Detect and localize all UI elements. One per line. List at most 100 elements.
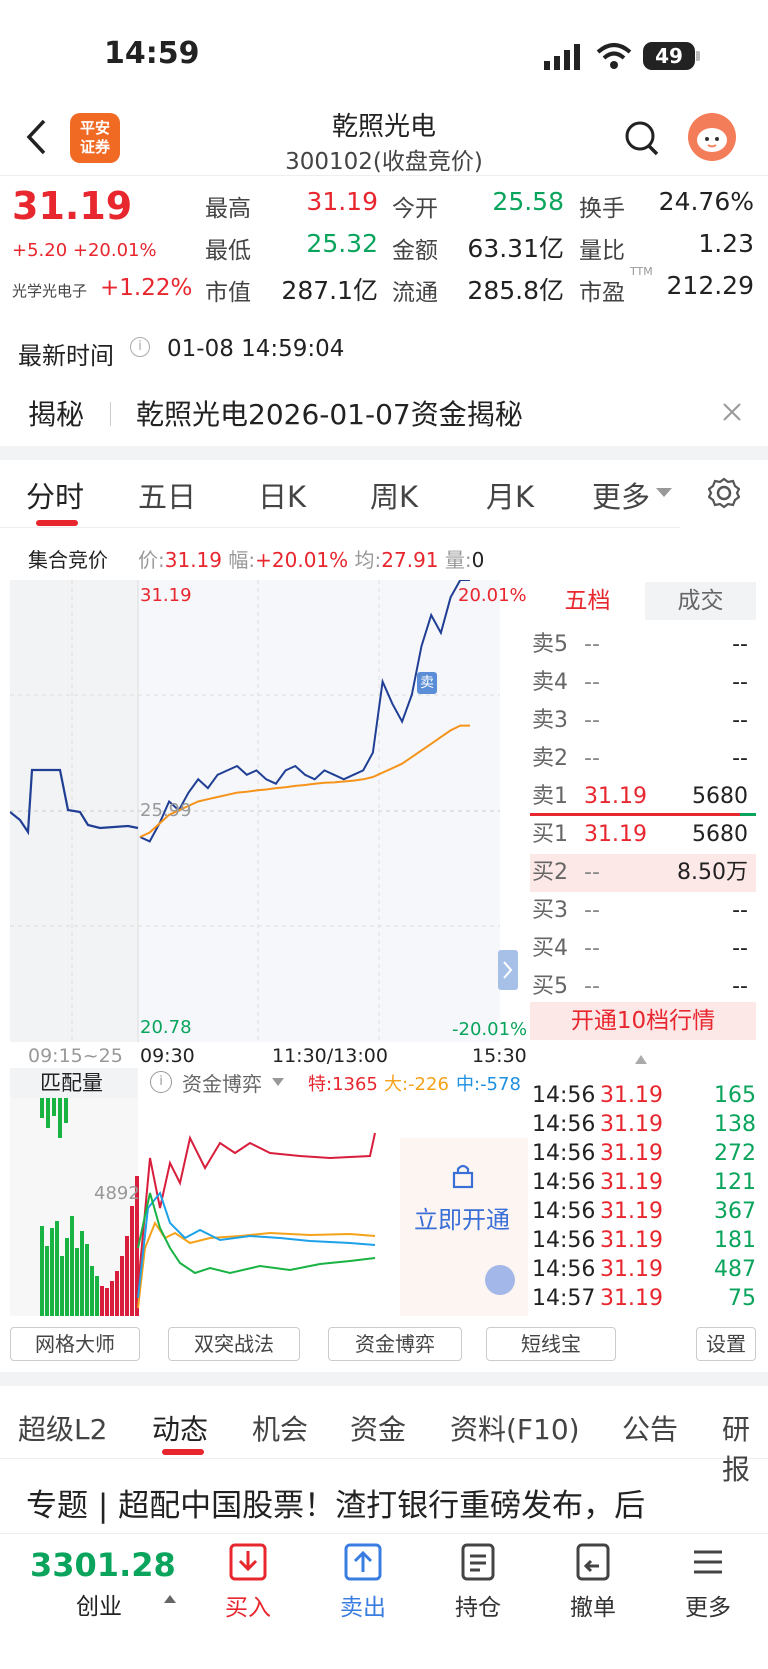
tool-button[interactable]: 短线宝	[486, 1327, 616, 1361]
level-price: 31.19	[584, 822, 647, 847]
settings-icon[interactable]	[708, 477, 740, 509]
index-name[interactable]: 创业	[76, 1587, 122, 1621]
unlock-button[interactable]: 立即开通	[414, 1200, 510, 1235]
wifi-icon	[596, 43, 632, 69]
level-label: 卖2	[532, 746, 568, 771]
tab-five-levels[interactable]: 五档	[530, 582, 645, 620]
quote-label: 市盈	[579, 280, 625, 306]
match-volume-bar	[95, 1276, 99, 1316]
index-value[interactable]: 3301.28	[30, 1546, 176, 1584]
capital-game-label[interactable]: 资金博弈	[182, 1068, 262, 1097]
info-tab[interactable]: 资料(F10)	[450, 1408, 580, 1448]
match-volume-bar	[55, 1221, 59, 1316]
chart-tab[interactable]: 更多	[592, 474, 650, 516]
trade-price: 31.19	[600, 1228, 663, 1253]
info-icon[interactable]: i	[130, 337, 150, 357]
info-tab[interactable]: 动态	[152, 1408, 208, 1448]
chart-tab[interactable]: 周K	[370, 474, 418, 516]
trade-time: 14:56	[532, 1228, 596, 1253]
caret-up-icon[interactable]	[164, 1595, 176, 1603]
tool-button[interactable]: 网格大师	[10, 1327, 140, 1361]
trade-volume: 75	[728, 1286, 756, 1311]
sector-change[interactable]: +1.22%	[100, 275, 192, 301]
bottom-pct-label: -20.01%	[452, 1019, 528, 1040]
level-label: 卖3	[532, 708, 568, 733]
match-volume-bar	[130, 1206, 134, 1316]
level-price: --	[584, 746, 600, 771]
tool-button[interactable]: 资金博弈	[328, 1327, 462, 1361]
upgrade-level10-button[interactable]: 开通10档行情	[530, 1002, 756, 1040]
footer-action-button[interactable]: 撤单	[548, 1542, 638, 1622]
match-volume-bar	[85, 1244, 89, 1316]
tool-button[interactable]: 双突战法	[168, 1327, 300, 1361]
menu-icon	[688, 1542, 728, 1582]
caret-up-icon[interactable]	[635, 1055, 647, 1064]
match-volume-bar	[40, 1098, 44, 1118]
sector-name[interactable]: 光学光电子	[12, 280, 87, 301]
info-tab[interactable]: 研报	[722, 1408, 768, 1488]
trade-price: 31.19	[600, 1141, 663, 1166]
avg-label: 均:	[354, 548, 382, 572]
time-label-auction: 09:15~25	[28, 1045, 123, 1067]
bid-row: 买5 -- --	[530, 968, 756, 1006]
super-large-line	[137, 1132, 376, 1289]
caret-down-icon[interactable]	[272, 1078, 284, 1086]
tab-trades[interactable]: 成交	[645, 582, 756, 620]
quote-label: 最低	[205, 238, 251, 264]
info-tab-indicator	[162, 1449, 204, 1455]
fullscreen-icon[interactable]	[485, 1265, 515, 1295]
tool-button[interactable]: 设置	[696, 1327, 756, 1361]
footer-action-button[interactable]: 买入	[203, 1542, 293, 1622]
info-icon[interactable]: i	[150, 1071, 172, 1093]
match-volume-bar	[50, 1228, 54, 1316]
chart-tab[interactable]: 五日	[138, 474, 196, 516]
avatar[interactable]	[688, 113, 736, 161]
level-volume: --	[732, 632, 748, 657]
chart-tab[interactable]: 月K	[486, 474, 534, 516]
expand-handle[interactable]	[498, 950, 518, 990]
info-tab[interactable]: 资金	[350, 1408, 406, 1448]
mid-price-label: 25.99	[140, 800, 192, 821]
match-volume-bar	[52, 1098, 56, 1116]
sell-marker[interactable]: 卖	[417, 672, 437, 694]
match-volume-bar	[125, 1236, 129, 1316]
banner-text[interactable]: 乾照光电2026-01-07资金揭秘	[136, 393, 523, 433]
auction-info: 价:31.19 幅:+20.01% 均:27.91 量:0	[138, 544, 484, 573]
footer-action-button[interactable]: 持仓	[433, 1542, 523, 1622]
match-volume-bar	[40, 1226, 44, 1316]
section-gap	[0, 446, 768, 460]
info-tab[interactable]: 机会	[252, 1408, 308, 1448]
caret-down-icon[interactable]	[656, 486, 672, 498]
ask-row: 卖3 -- --	[530, 702, 756, 740]
level-price: --	[584, 860, 600, 885]
footer-action-button[interactable]: 更多	[663, 1542, 753, 1622]
match-volume-bar	[65, 1238, 69, 1316]
news-headline[interactable]: 专题 | 超配中国股票！渣打银行重磅发布，后	[26, 1480, 645, 1525]
footer-action-label: 卖出	[340, 1595, 386, 1621]
price-label: 价:	[138, 548, 165, 572]
quote-value: 24.76%	[658, 187, 754, 216]
header-divider	[0, 175, 768, 176]
quote-value: 25.58	[492, 187, 564, 216]
info-tab[interactable]: 公告	[622, 1408, 678, 1448]
level-price: --	[584, 708, 600, 733]
info-tab[interactable]: 超级L2	[18, 1408, 107, 1448]
trade-time: 14:56	[532, 1199, 596, 1224]
trade-volume: 121	[714, 1170, 756, 1195]
search-icon[interactable]	[624, 120, 660, 158]
footer-action-label: 更多	[685, 1595, 731, 1621]
level-label: 卖5	[532, 632, 568, 657]
level-label: 卖1	[532, 784, 568, 809]
ask-row: 卖5 -- --	[530, 626, 756, 664]
match-volume-bar	[64, 1098, 68, 1123]
quote-label: 流通	[392, 280, 438, 306]
footer-action-button[interactable]: 卖出	[318, 1542, 408, 1622]
close-icon[interactable]	[722, 402, 742, 422]
trade-price: 31.19	[600, 1199, 663, 1224]
bottom-price-label: 20.78	[140, 1017, 192, 1038]
chart-tab[interactable]: 日K	[258, 474, 306, 516]
intraday-chart[interactable]	[10, 580, 528, 1042]
chart-tab[interactable]: 分时	[26, 474, 84, 516]
trade-time: 14:56	[532, 1257, 596, 1282]
ask-row: 卖1 31.19 5680	[530, 778, 756, 816]
